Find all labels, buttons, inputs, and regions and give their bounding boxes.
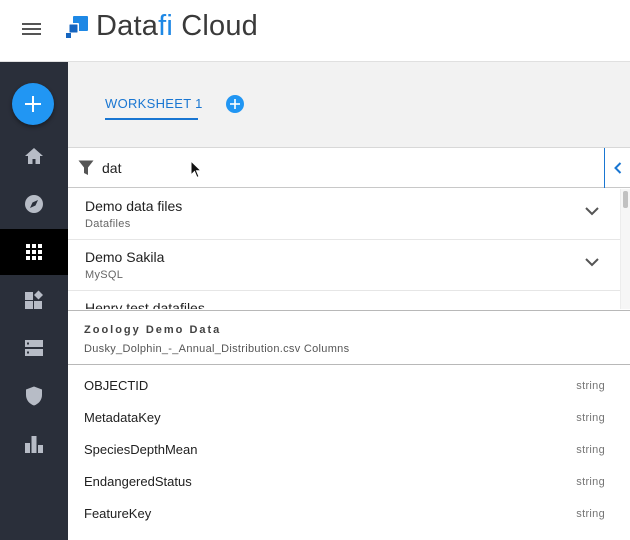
column-type: string (576, 508, 605, 520)
dataset-header: Zoology Demo Data Dusky_Dolphin_-_Annual… (68, 310, 630, 365)
column-name: FeatureKey (84, 506, 152, 521)
widgets-icon (25, 290, 43, 309)
scrollbar-thumb[interactable] (623, 191, 628, 208)
source-name: Demo Sakila (85, 249, 165, 265)
column-type: string (576, 412, 605, 424)
table-row[interactable]: MetadataKey string (68, 402, 630, 434)
app-logo: Datafi Cloud (66, 9, 258, 43)
grid-icon (26, 244, 42, 260)
app-title: Datafi Cloud (96, 9, 258, 42)
list-item[interactable]: Demo Sakila MySQL (68, 240, 620, 291)
nav-analytics[interactable] (0, 421, 68, 467)
column-name: OBJECTID (84, 378, 149, 393)
list-item[interactable]: Henry test datafiles (68, 291, 620, 309)
column-type: string (576, 476, 605, 488)
table-row[interactable]: OBJECTID string (68, 370, 630, 402)
column-type: string (576, 444, 605, 456)
compass-icon (25, 195, 43, 213)
chevron-down-icon[interactable] (585, 207, 599, 216)
nav-home[interactable] (0, 133, 68, 179)
column-name: EndangeredStatus (84, 474, 192, 489)
source-name: Henry test datafiles (85, 300, 205, 309)
tab-worksheet-1[interactable]: WORKSHEET 1 (105, 96, 203, 111)
plus-icon (230, 99, 240, 109)
list-item[interactable]: Demo data files Datafiles (68, 189, 620, 240)
table-row[interactable]: SpeciesDepthMean string (68, 434, 630, 466)
sidebar (0, 62, 68, 540)
menu-icon[interactable] (22, 22, 41, 37)
filter-icon (78, 160, 94, 175)
data-source-list: Demo data files Datafiles Demo Sakila My… (68, 189, 630, 309)
table-row[interactable]: FeatureKey string (68, 498, 630, 530)
active-tab-indicator (105, 118, 198, 120)
datafi-logo-icon (66, 14, 90, 38)
plus-icon (25, 96, 41, 112)
column-name: MetadataKey (84, 410, 161, 425)
source-name: Demo data files (85, 198, 183, 214)
column-type: string (576, 380, 605, 392)
nav-storage[interactable] (0, 325, 68, 371)
column-list: OBJECTID string MetadataKey string Speci… (68, 370, 630, 540)
mouse-cursor-icon (190, 160, 202, 179)
storage-icon (25, 340, 43, 356)
source-type: Datafiles (85, 218, 131, 230)
worksheet-tabs: WORKSHEET 1 (68, 62, 630, 148)
table-row[interactable]: EndangeredStatus string (68, 466, 630, 498)
dataset-subtitle: Dusky_Dolphin_-_Annual_Distribution.csv … (84, 343, 350, 355)
shield-icon (26, 386, 42, 406)
dataset-title: Zoology Demo Data (84, 324, 222, 336)
add-worksheet-button[interactable] (226, 95, 244, 113)
filter-input[interactable] (102, 157, 542, 179)
bar-chart-icon (25, 436, 43, 453)
nav-explore[interactable] (0, 181, 68, 227)
nav-worksheets[interactable] (0, 229, 68, 275)
filter-bar (68, 148, 630, 188)
nav-security[interactable] (0, 373, 68, 419)
app-header: Datafi Cloud (0, 0, 630, 62)
chevron-left-icon (613, 162, 621, 174)
chevron-down-icon[interactable] (585, 258, 599, 267)
nav-widgets[interactable] (0, 277, 68, 323)
collapse-panel-button[interactable] (604, 148, 630, 188)
source-type: MySQL (85, 269, 124, 281)
create-button[interactable] (12, 83, 54, 125)
home-icon (25, 148, 43, 164)
column-name: SpeciesDepthMean (84, 442, 198, 457)
